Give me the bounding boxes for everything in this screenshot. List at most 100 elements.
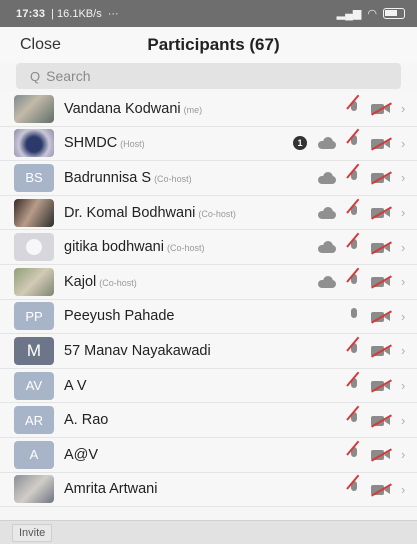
participant-name-wrap: Amrita Artwani xyxy=(64,481,157,497)
mic-muted-icon[interactable] xyxy=(347,481,361,497)
participant-status-icons: › xyxy=(317,273,409,290)
video-off-slash xyxy=(371,137,392,151)
participant-role: (Host) xyxy=(120,139,145,150)
participant-name-wrap: A@V xyxy=(64,447,98,463)
video-off-icon[interactable] xyxy=(371,448,392,462)
avatar: M xyxy=(14,336,54,365)
chevron-right-icon[interactable]: › xyxy=(401,170,409,185)
participant-name: Dr. Komal Bodhwani xyxy=(64,204,196,221)
invite-button[interactable]: Invite xyxy=(12,523,53,542)
battery-icon xyxy=(383,8,405,19)
chevron-right-icon[interactable]: › xyxy=(401,309,409,324)
participant-status-icons: › xyxy=(347,377,409,394)
wifi-icon: ◠ xyxy=(367,8,377,20)
chevron-right-icon[interactable]: › xyxy=(401,205,409,220)
participant-row[interactable]: SHMDC (Host) 1 › xyxy=(0,126,417,162)
participant-row[interactable]: Vandana Kodwani (me) › xyxy=(0,92,417,127)
participant-role: (Co-host) xyxy=(99,277,137,288)
video-off-icon[interactable] xyxy=(371,379,392,393)
status-extra: ··· xyxy=(107,7,119,20)
participant-name-wrap: gitika bodhwani (Co-host) xyxy=(64,239,204,255)
mic-muted-icon[interactable] xyxy=(347,100,361,117)
mic-muted-icon[interactable] xyxy=(347,204,361,221)
mic-muted-icon[interactable] xyxy=(347,446,361,463)
participant-status-icons: › xyxy=(347,481,409,497)
chevron-right-icon[interactable]: › xyxy=(401,343,409,358)
chevron-right-icon[interactable]: › xyxy=(401,274,409,289)
participant-row[interactable]: gitika bodhwani (Co-host) › xyxy=(0,230,417,265)
video-off-icon[interactable] xyxy=(371,483,392,497)
participant-name-wrap: A V xyxy=(64,378,87,394)
participant-row[interactable]: Kajol (Co-host) › xyxy=(0,264,417,300)
avatar xyxy=(14,198,54,227)
participant-name-wrap: SHMDC (Host) xyxy=(64,135,145,151)
participant-status-icons: › xyxy=(347,342,409,359)
mic-muted-icon[interactable] xyxy=(347,135,361,151)
mic-muted-icon[interactable] xyxy=(347,342,361,359)
cloud-recording-icon xyxy=(317,275,337,288)
participant-name-wrap: Badrunnisa S (Co-host) xyxy=(64,170,192,186)
header: Close Participants (67) xyxy=(0,27,417,63)
participant-row[interactable]: PP Peeyush Pahade › xyxy=(0,299,417,335)
video-off-icon[interactable] xyxy=(371,171,392,186)
participant-row[interactable]: BS Badrunnisa S (Co-host) › xyxy=(0,161,417,196)
participant-row[interactable]: AV A V › xyxy=(0,368,417,404)
video-off-icon[interactable] xyxy=(371,102,392,116)
participant-status-icons: › xyxy=(347,412,409,428)
participant-name: A@V xyxy=(64,446,99,463)
chevron-right-icon[interactable]: › xyxy=(401,240,409,255)
participant-row[interactable]: Dr. Komal Bodhwani (Co-host) › xyxy=(0,195,417,231)
unread-badge: 1 xyxy=(293,136,307,151)
participant-name: gitika bodhwani xyxy=(64,239,164,256)
mic-icon[interactable] xyxy=(347,308,361,324)
chevron-right-icon[interactable]: › xyxy=(401,378,409,393)
chevron-right-icon[interactable]: › xyxy=(401,413,409,428)
chevron-right-icon[interactable]: › xyxy=(401,136,409,151)
search-input[interactable]: Q Search xyxy=(16,63,401,89)
video-off-icon[interactable] xyxy=(371,206,392,220)
participant-row[interactable]: Amrita Artwani › xyxy=(0,472,417,508)
participant-row[interactable]: A A@V › xyxy=(0,437,417,473)
mic-muted-icon[interactable] xyxy=(347,169,361,186)
avatar: PP xyxy=(14,302,54,331)
video-off-icon[interactable] xyxy=(371,414,392,428)
mic-muted-icon[interactable] xyxy=(347,377,361,394)
footer: Invite xyxy=(0,520,417,544)
mic-muted-icon[interactable] xyxy=(347,412,361,428)
participant-name: 57 Manav Nayakawadi xyxy=(64,342,211,359)
avatar: BS xyxy=(14,163,54,192)
video-off-slash xyxy=(371,310,392,324)
mic-muted-icon[interactable] xyxy=(347,273,361,290)
chevron-right-icon[interactable]: › xyxy=(401,482,409,497)
participant-name: Vandana Kodwani xyxy=(64,100,181,117)
cloud-recording-icon xyxy=(317,241,337,254)
participant-role: (Co-host) xyxy=(166,243,205,254)
avatar xyxy=(14,233,54,262)
video-off-slash xyxy=(371,483,392,497)
video-off-icon[interactable] xyxy=(371,137,392,151)
participant-name: A V xyxy=(64,377,87,394)
participant-row[interactable]: AR A. Rao › xyxy=(0,403,417,438)
participant-role: (Co-host) xyxy=(198,208,236,219)
participant-name-wrap: Vandana Kodwani (me) xyxy=(64,101,202,117)
chevron-right-icon[interactable]: › xyxy=(401,447,409,462)
cloud-recording-icon xyxy=(317,137,337,150)
video-off-icon[interactable] xyxy=(371,310,392,324)
participant-row[interactable]: M 57 Manav Nayakawadi › xyxy=(0,334,417,369)
participant-status-icons: › xyxy=(317,169,409,186)
video-off-slash xyxy=(371,241,392,255)
avatar: AR xyxy=(14,406,54,435)
participant-name: Amrita Artwani xyxy=(64,481,158,498)
participant-list: Vandana Kodwani (me) › SHMDC (Host) 1 › BS Badru… xyxy=(0,92,417,508)
video-off-icon[interactable] xyxy=(371,344,392,359)
video-off-icon[interactable] xyxy=(371,275,392,289)
video-off-icon[interactable] xyxy=(371,241,392,255)
participant-name: Badrunnisa S xyxy=(64,169,152,186)
search-bar[interactable]: Q Search xyxy=(16,63,401,89)
status-bar: 17:33 | 16.1KB/s ··· ▂▄▆ ◠ xyxy=(0,0,417,27)
close-button[interactable]: Close xyxy=(20,36,61,54)
participant-name-wrap: A. Rao xyxy=(64,412,108,428)
mic-muted-icon[interactable] xyxy=(347,239,361,255)
chevron-right-icon[interactable]: › xyxy=(401,101,409,116)
video-off-slash xyxy=(371,379,392,393)
